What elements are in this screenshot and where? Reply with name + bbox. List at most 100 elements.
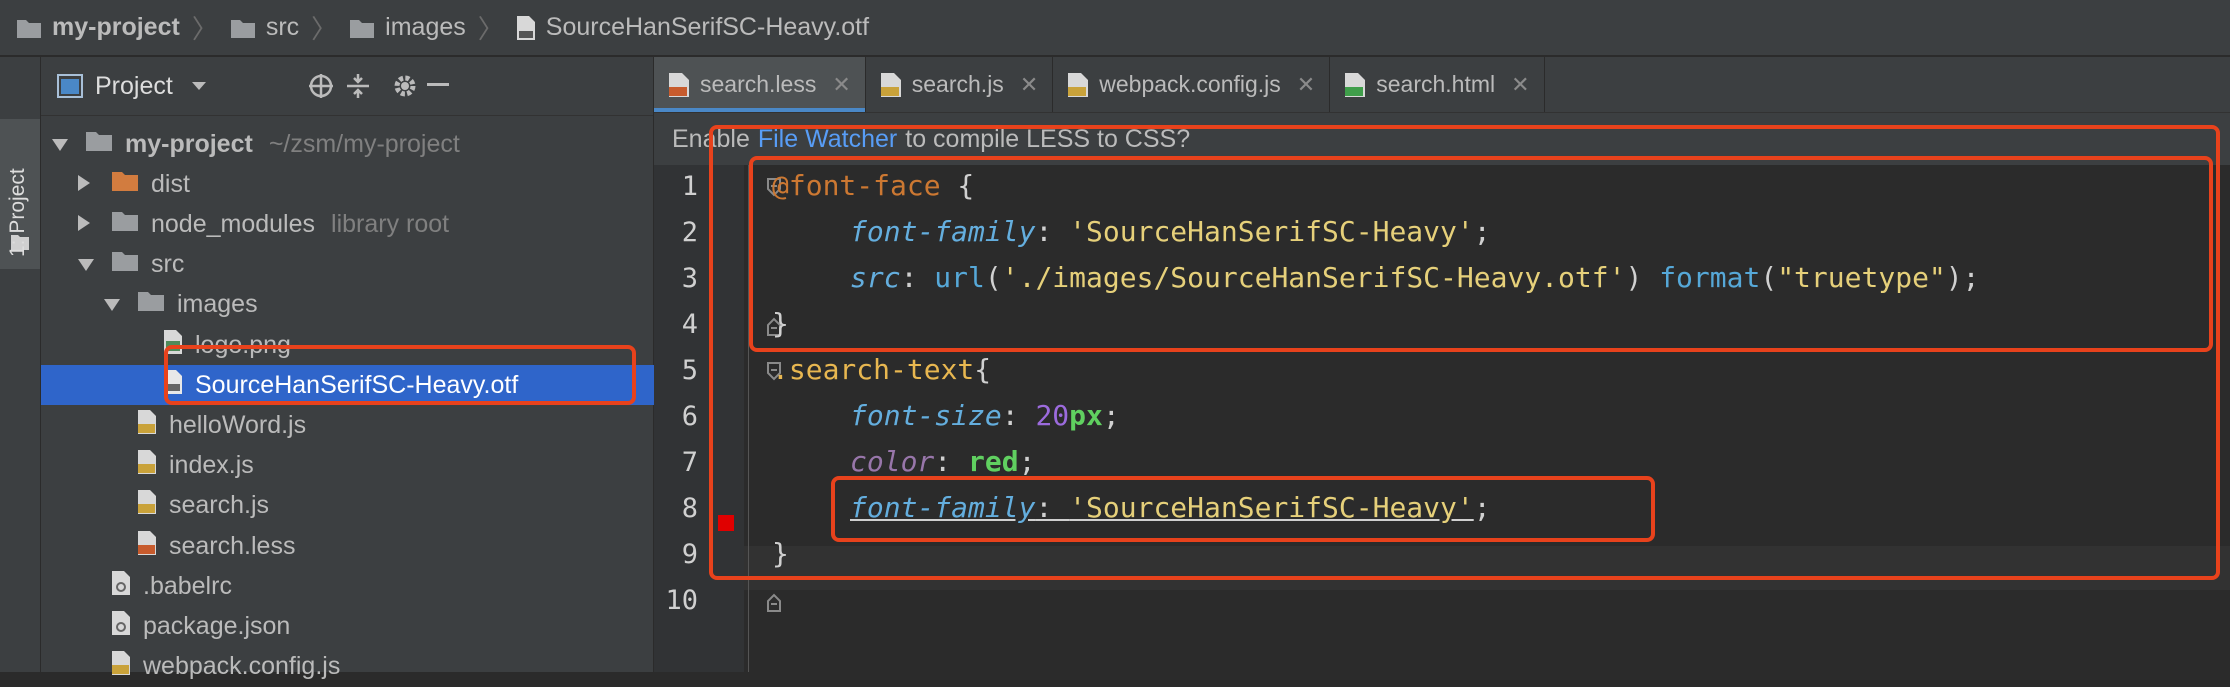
tree-arrow[interactable] xyxy=(77,170,97,199)
close-icon[interactable]: ✕ xyxy=(1511,72,1529,98)
tree-item[interactable]: search.less xyxy=(41,526,715,566)
font-file-icon xyxy=(516,15,535,40)
chevron-down-icon[interactable] xyxy=(77,258,95,272)
tree-item-icon xyxy=(111,250,139,279)
chevron-down-icon[interactable] xyxy=(103,298,121,312)
tree-item-label: package.json xyxy=(143,611,291,640)
tab-search-less[interactable]: search.less ✕ xyxy=(654,57,866,112)
tab-label: search.js xyxy=(911,71,1004,97)
folder-icon xyxy=(112,211,138,231)
html-file-icon xyxy=(1345,72,1366,97)
tab-label: search.html xyxy=(1376,71,1496,97)
js-file-icon xyxy=(112,651,130,676)
folder-icon xyxy=(138,292,164,312)
chevron-right-icon: 〉 xyxy=(191,14,218,44)
annotation-box-font-family-usage xyxy=(831,476,1655,542)
tab-search-js[interactable]: search.js ✕ xyxy=(866,57,1054,112)
breadcrumb-item-file[interactable]: SourceHanSerifSC-Heavy.otf xyxy=(516,13,869,42)
tree-item-label: images xyxy=(177,290,258,319)
chevron-right-icon: 〉 xyxy=(311,14,338,44)
less-file-icon xyxy=(669,72,689,97)
tree-item-label: webpack.config.js xyxy=(143,652,341,681)
tree-item-icon xyxy=(111,170,139,199)
chevron-down-icon[interactable] xyxy=(51,138,69,152)
tab-webpack-config-js[interactable]: webpack.config.js ✕ xyxy=(1053,57,1331,112)
tree-item-label: search.less xyxy=(169,531,296,560)
tool-window-stripe: 1: Project xyxy=(0,57,41,672)
fold-icon[interactable] xyxy=(766,591,782,613)
project-view-selector[interactable]: Project xyxy=(95,72,173,101)
tab-label: webpack.config.js xyxy=(1099,71,1281,97)
line-number: 7 xyxy=(681,447,698,478)
less-file-icon xyxy=(138,530,156,555)
js-file-icon xyxy=(1068,72,1089,97)
annotation-box-font-file xyxy=(164,345,636,405)
folder-icon xyxy=(112,252,138,272)
tree-item-icon xyxy=(85,130,113,159)
line-number: 5 xyxy=(681,355,698,386)
tree-item[interactable]: images xyxy=(41,285,715,325)
tree-arrow[interactable] xyxy=(77,250,97,279)
tree-item[interactable]: src xyxy=(41,245,689,285)
line-number: 2 xyxy=(681,217,698,248)
tree-item[interactable]: .babelrc xyxy=(41,566,689,606)
tree-item[interactable]: node_modules library root xyxy=(41,204,689,244)
tree-arrow[interactable] xyxy=(51,130,71,159)
tab-search-html[interactable]: search.html ✕ xyxy=(1330,57,1545,112)
tree-item-icon xyxy=(137,489,157,522)
tree-item[interactable]: package.json xyxy=(41,606,689,646)
crosshair-icon[interactable] xyxy=(307,72,335,100)
close-icon[interactable]: ✕ xyxy=(832,72,850,98)
chevron-right-icon[interactable] xyxy=(77,214,91,232)
breadcrumb-item-images[interactable]: images xyxy=(349,13,466,42)
project-tool-label: 1: Project xyxy=(6,168,29,257)
tree-item-icon xyxy=(111,650,131,683)
breadcrumb-item-src[interactable]: src xyxy=(230,13,299,42)
js-file-icon xyxy=(138,450,156,475)
tree-item-label: search.js xyxy=(169,491,270,520)
tree-item-icon xyxy=(137,290,165,319)
folder-icon xyxy=(350,19,375,38)
breadcrumb-item-project[interactable]: my-project xyxy=(16,13,180,42)
chevron-right-icon[interactable] xyxy=(77,174,91,192)
caret-down-icon[interactable] xyxy=(191,81,207,91)
gear-icon[interactable] xyxy=(391,72,419,100)
folder-icon xyxy=(230,19,255,38)
breadcrumb-label: SourceHanSerifSC-Heavy.otf xyxy=(545,13,870,41)
tree-arrow[interactable] xyxy=(103,290,123,319)
tree-item-icon xyxy=(137,449,157,482)
folder-icon xyxy=(86,131,112,151)
tree-item-icon xyxy=(137,409,157,442)
minimize-icon[interactable] xyxy=(427,83,449,87)
tree-item-label: .babelrc xyxy=(143,571,232,600)
line-number: 10 xyxy=(665,585,698,616)
tab-label: search.less xyxy=(700,71,817,97)
line-number: 6 xyxy=(681,401,698,432)
close-icon[interactable]: ✕ xyxy=(1020,72,1038,98)
line-number: 1 xyxy=(681,171,698,202)
tree-item[interactable]: webpack.config.js xyxy=(41,647,689,687)
breadcrumb: my-project 〉 src 〉 images 〉 SourceHanSer… xyxy=(0,0,2230,56)
tree-item-icon xyxy=(111,610,131,643)
tree-item-label: index.js xyxy=(169,451,254,480)
project-panel-header: Project xyxy=(41,57,653,116)
line-number: 4 xyxy=(681,309,698,340)
tree-arrow[interactable] xyxy=(77,210,97,239)
tree-item-icon xyxy=(111,210,139,239)
tree-item[interactable]: dist xyxy=(41,164,689,204)
tree-item[interactable]: my-project ~/zsm/my-project xyxy=(41,124,663,164)
tree-item-icon xyxy=(137,530,157,563)
tree-item[interactable]: search.js xyxy=(41,486,715,526)
tree-item-label: dist xyxy=(151,169,190,198)
folder-icon xyxy=(17,19,41,38)
breadcrumb-label: src xyxy=(265,13,300,41)
js-file-icon xyxy=(138,409,156,434)
editor-tab-bar: search.less ✕ search.js ✕ webpack.config… xyxy=(654,57,2230,113)
collapse-all-icon[interactable] xyxy=(345,72,371,100)
close-icon[interactable]: ✕ xyxy=(1297,72,1315,98)
tree-item[interactable]: helloWord.js xyxy=(41,405,715,445)
tree-item[interactable]: index.js xyxy=(41,446,715,486)
tree-item-label: my-project xyxy=(125,129,253,158)
breadcrumb-label: images xyxy=(385,13,466,41)
annotation-box-font-face xyxy=(749,156,2213,352)
